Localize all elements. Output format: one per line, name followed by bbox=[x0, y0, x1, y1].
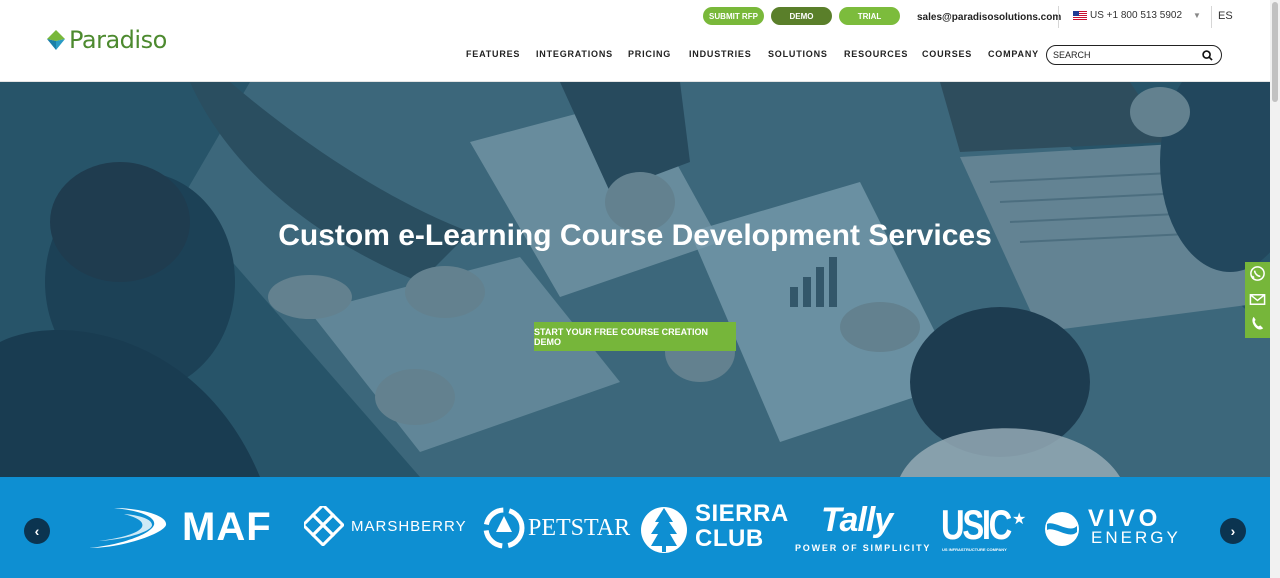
sierra-club-text-1: SIERRA bbox=[695, 500, 789, 527]
phone-number: US +1 800 513 5902 bbox=[1090, 10, 1183, 21]
usic-logo: USIC ★ US INFRASTRUCTURE COMPANY bbox=[941, 501, 1033, 553]
usic-text: USIC bbox=[941, 501, 1012, 548]
hero-title: Custom e-Learning Course Development Ser… bbox=[278, 219, 992, 252]
demo-button[interactable]: DEMO bbox=[771, 7, 832, 25]
chevron-right-icon[interactable]: › bbox=[1220, 518, 1246, 544]
tally-text: Tally bbox=[821, 501, 893, 539]
nav-industries[interactable]: INDUSTRIES bbox=[689, 49, 752, 59]
nav-courses[interactable]: COURSES bbox=[922, 49, 972, 59]
whatsapp-icon[interactable] bbox=[1249, 265, 1266, 282]
star-icon: ★ bbox=[1012, 511, 1027, 528]
sales-email-link[interactable]: sales@paradisosolutions.com bbox=[917, 12, 1061, 23]
paradiso-logo-icon bbox=[47, 30, 65, 50]
divider bbox=[1058, 6, 1059, 28]
marshberry-logo: MARSHBERRY bbox=[304, 504, 474, 548]
client-logos-carousel: ‹ › MAF MARSHBERRY PETSTAR SIERRA CLUB T… bbox=[0, 477, 1270, 578]
site-header: Paradiso SUBMIT RFP DEMO TRIAL sales@par… bbox=[0, 0, 1270, 82]
sierra-club-tree-icon bbox=[641, 507, 687, 553]
hero-banner: Custom e-Learning Course Development Ser… bbox=[0, 82, 1270, 477]
usic-tagline: US INFRASTRUCTURE COMPANY bbox=[942, 547, 1007, 552]
vertical-scrollbar[interactable] bbox=[1270, 0, 1280, 578]
petstar-logo: PETSTAR bbox=[482, 505, 630, 551]
vivo-energy-emblem-icon bbox=[1045, 512, 1079, 546]
us-flag-icon bbox=[1073, 11, 1087, 20]
nav-company[interactable]: COMPANY bbox=[988, 49, 1039, 59]
tally-tagline: POWER OF SIMPLICITY bbox=[795, 543, 932, 553]
marshberry-text: MARSHBERRY bbox=[351, 518, 467, 535]
mail-icon[interactable] bbox=[1249, 291, 1266, 308]
chevron-down-icon[interactable]: ▼ bbox=[1193, 11, 1201, 20]
logo-text: Paradiso bbox=[69, 26, 167, 54]
nav-solutions[interactable]: SOLUTIONS bbox=[768, 49, 828, 59]
hero-background-image bbox=[0, 82, 1270, 477]
side-contact-bar bbox=[1245, 262, 1270, 338]
nav-pricing[interactable]: PRICING bbox=[628, 49, 671, 59]
paradiso-logo[interactable]: Paradiso bbox=[46, 26, 167, 54]
petstar-recycle-icon bbox=[483, 507, 525, 549]
phone-selector[interactable]: US +1 800 513 5902 bbox=[1073, 10, 1182, 21]
energy-text: ENERGY bbox=[1091, 528, 1181, 547]
language-switch-es[interactable]: ES bbox=[1218, 10, 1233, 22]
trial-button[interactable]: TRIAL bbox=[839, 7, 900, 25]
sierra-club-logo: SIERRA CLUB bbox=[637, 502, 788, 554]
nav-features[interactable]: FEATURES bbox=[466, 49, 520, 59]
tally-logo: Tally POWER OF SIMPLICITY bbox=[794, 501, 929, 555]
phone-icon[interactable] bbox=[1249, 315, 1266, 332]
marshberry-emblem-icon bbox=[304, 506, 344, 546]
petstar-text: PETSTAR bbox=[528, 515, 631, 541]
divider bbox=[1211, 6, 1212, 28]
nav-resources[interactable]: RESOURCES bbox=[844, 49, 908, 59]
maf-logo: MAF bbox=[84, 503, 284, 553]
nav-integrations[interactable]: INTEGRATIONS bbox=[536, 49, 613, 59]
sierra-club-text-2: CLUB bbox=[695, 525, 764, 552]
scrollbar-thumb[interactable] bbox=[1272, 2, 1278, 102]
search-box bbox=[1046, 45, 1222, 65]
maf-text: MAF bbox=[182, 505, 272, 549]
vivo-energy-logo: VIVO ENERGY bbox=[1043, 505, 1193, 550]
search-input[interactable] bbox=[1053, 50, 1193, 60]
free-demo-cta-button[interactable]: START YOUR FREE COURSE CREATION DEMO bbox=[534, 322, 736, 351]
maf-swoosh-icon bbox=[89, 508, 167, 548]
submit-rfp-button[interactable]: SUBMIT RFP bbox=[703, 7, 764, 25]
search-icon[interactable] bbox=[1202, 50, 1213, 61]
chevron-left-icon[interactable]: ‹ bbox=[24, 518, 50, 544]
